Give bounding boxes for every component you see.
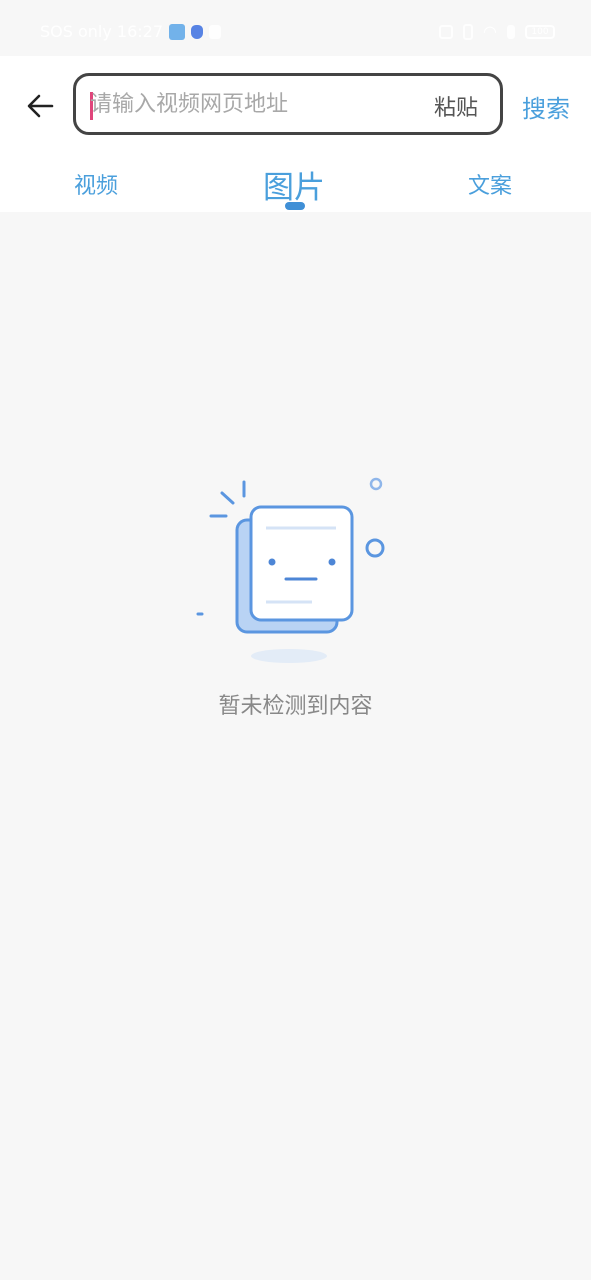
arrow-left-icon xyxy=(27,94,54,118)
search-box[interactable]: 粘贴 xyxy=(73,73,503,135)
tab-image[interactable]: 图片 xyxy=(263,162,325,207)
wifi-icon: ◠ xyxy=(483,22,497,41)
status-right: ◠ 100 xyxy=(439,22,555,41)
signal-icon xyxy=(507,24,515,39)
vibrate-icon xyxy=(463,23,474,40)
tab-video[interactable]: 视频 xyxy=(74,168,118,200)
empty-document-icon xyxy=(196,477,385,663)
app-notification-icon xyxy=(169,23,186,40)
paste-button[interactable]: 粘贴 xyxy=(434,90,478,122)
search-button[interactable]: 搜索 xyxy=(522,89,570,124)
notification-icon xyxy=(209,24,222,39)
status-left: SOS only 16:27 xyxy=(40,22,222,41)
status-bar: SOS only 16:27 ◠ 100 xyxy=(0,0,591,56)
battery-level: 100 xyxy=(531,26,549,37)
battery-icon: 100 xyxy=(525,24,555,39)
tab-copy[interactable]: 文案 xyxy=(468,168,512,200)
shield-icon xyxy=(191,24,204,39)
back-button[interactable] xyxy=(22,86,62,126)
empty-message: 暂未检测到内容 xyxy=(218,694,373,719)
tab-bar: 视频 图片 文案 xyxy=(0,156,591,212)
header: 粘贴 搜索 视频 图片 文案 xyxy=(0,56,591,212)
url-input[interactable] xyxy=(90,76,410,132)
active-tab-indicator xyxy=(285,202,305,210)
status-text: SOS only 16:27 xyxy=(40,22,164,41)
nfc-icon xyxy=(439,24,454,39)
